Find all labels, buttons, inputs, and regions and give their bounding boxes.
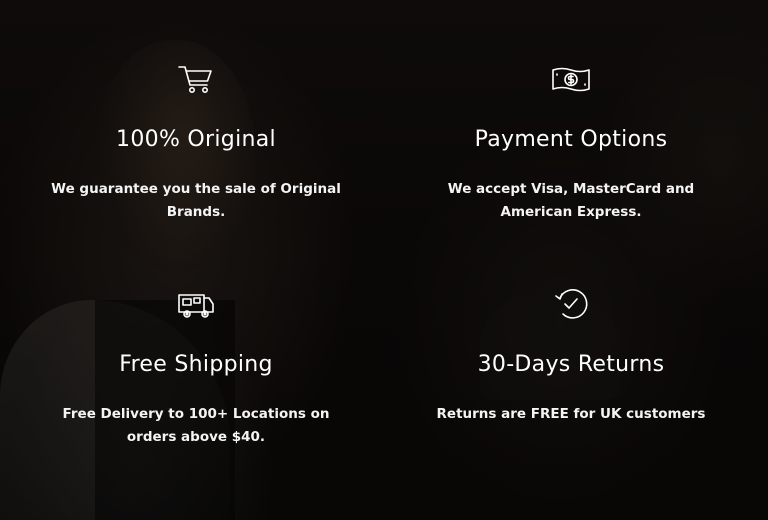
banknote-dollar-icon [551, 62, 591, 96]
shopping-cart-icon [176, 62, 216, 96]
feature-returns: 30-Days Returns Returns are FREE for UK … [391, 287, 751, 426]
delivery-truck-icon [176, 287, 216, 321]
feature-title: 30-Days Returns [477, 352, 665, 377]
features-section: 100% Original We guarantee you the sale … [0, 0, 768, 520]
return-check-icon [551, 287, 591, 321]
feature-title: 100% Original [116, 127, 276, 152]
feature-title: Payment Options [474, 127, 668, 152]
feature-original: 100% Original We guarantee you the sale … [16, 62, 376, 224]
feature-title: Free Shipping [119, 352, 273, 377]
feature-description: We accept Visa, MasterCard and American … [447, 181, 695, 220]
feature-shipping: Free Shipping Free Delivery to 100+ Loca… [16, 287, 376, 449]
feature-description: We guarantee you the sale of Original Br… [51, 181, 341, 220]
feature-description: Free Delivery to 100+ Locations on order… [62, 406, 330, 445]
feature-payment: Payment Options We accept Visa, MasterCa… [391, 62, 751, 224]
feature-description: Returns are FREE for UK customers [436, 406, 706, 422]
